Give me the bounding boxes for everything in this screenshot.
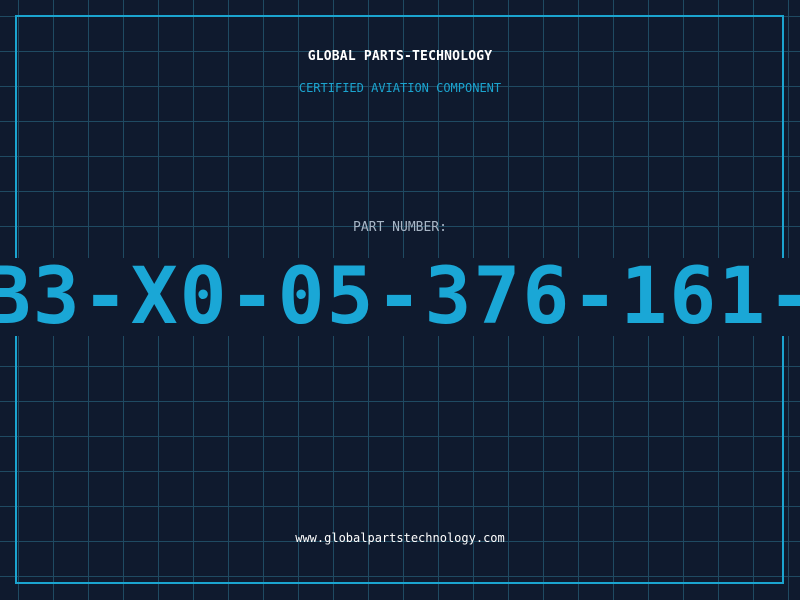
part-number-label: PART NUMBER: bbox=[353, 220, 447, 235]
part-number-value: CB3-X0-05-376-161-B bbox=[0, 258, 800, 336]
website-url: www.globalpartstechnology.com bbox=[295, 531, 505, 545]
part-label-card: GLOBAL PARTS-TECHNOLOGY CERTIFIED AVIATI… bbox=[0, 0, 800, 600]
brand-name: GLOBAL PARTS-TECHNOLOGY bbox=[307, 49, 493, 64]
brand-tagline: CERTIFIED AVIATION COMPONENT bbox=[298, 81, 502, 95]
part-number-band: CB3-X0-05-376-161-B bbox=[0, 258, 800, 336]
